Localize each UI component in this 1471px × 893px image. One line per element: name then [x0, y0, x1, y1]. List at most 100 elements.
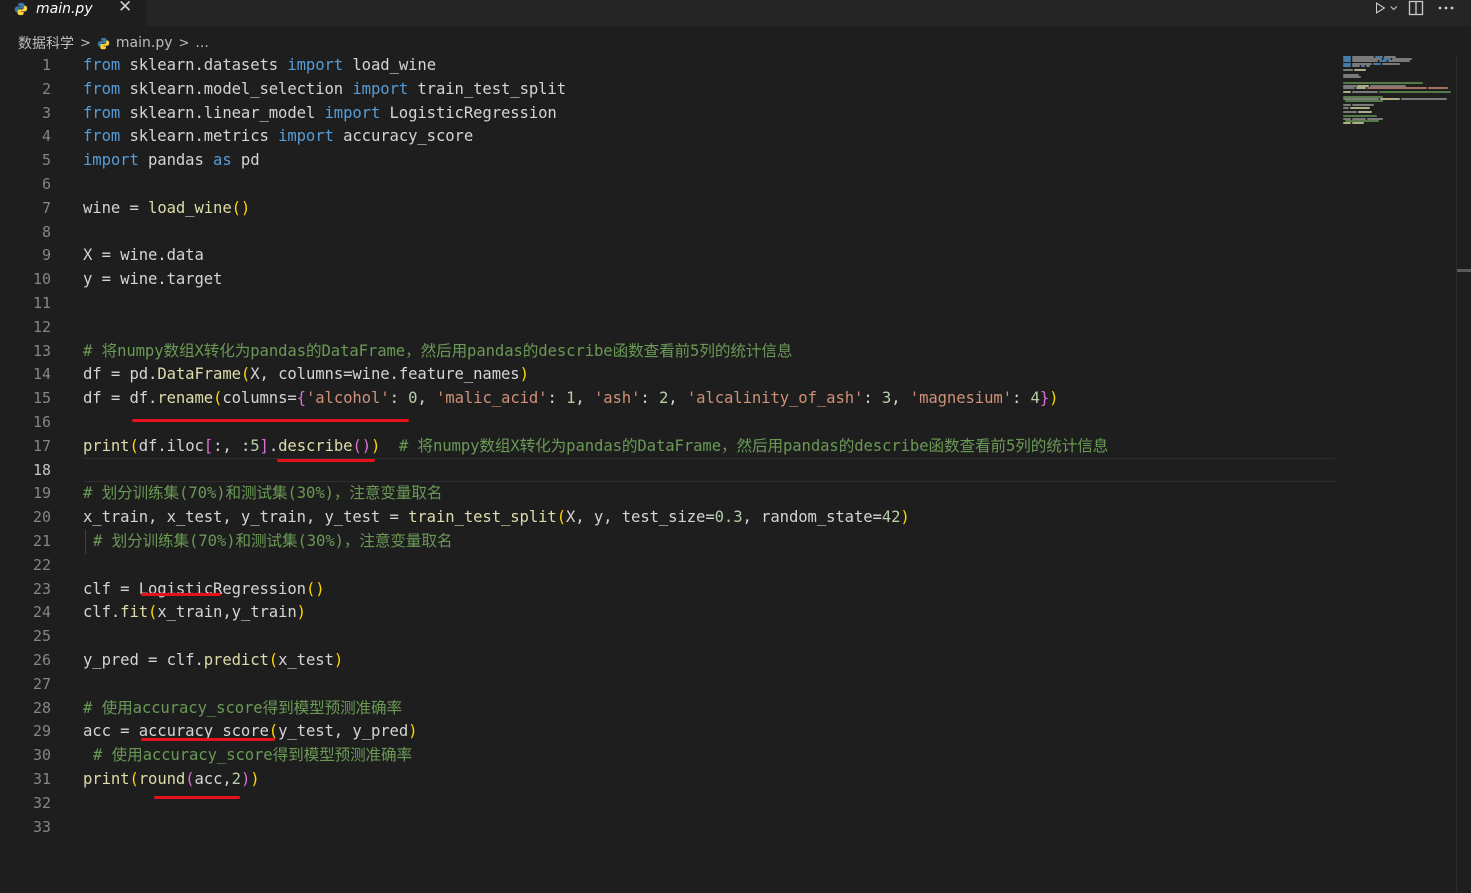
token-number: 1 — [566, 389, 576, 408]
code-line-30: # 使用accuracy_score得到模型预测准确率 — [93, 744, 412, 768]
token-text: sklearn.linear_model — [120, 103, 325, 122]
token-text: , — [417, 389, 437, 408]
token-function: fit — [120, 603, 149, 622]
token-bracket: ) — [240, 770, 251, 788]
token-text: pandas — [138, 151, 214, 170]
line-number: 6 — [41, 175, 51, 193]
line-number: 13 — [32, 341, 51, 360]
token-bracket: ) — [519, 365, 529, 384]
split-editor-button[interactable] — [1405, 0, 1427, 17]
minimap-line — [1352, 64, 1360, 67]
minimap-line — [1380, 97, 1400, 100]
annotation-underline — [141, 593, 221, 596]
scrollbar-thumb[interactable] — [1457, 269, 1471, 272]
minimap-line — [1343, 64, 1351, 67]
line-number: 21 — [32, 532, 51, 550]
token-text: , random_state= — [742, 508, 882, 527]
token-keyword: import — [352, 79, 409, 98]
code-line-1: from sklearn.datasets import load_wine — [83, 54, 436, 78]
token-comment: # 将numpy数组X转化为pandas的DataFrame，然后用pandas… — [380, 436, 1109, 455]
minimap-line — [1358, 111, 1372, 113]
minimap-line — [1343, 69, 1353, 72]
breadcrumb-file[interactable]: main.py — [116, 35, 173, 51]
token-comment: # 使用accuracy_score得到模型预测准确率 — [93, 746, 413, 765]
minimap-line — [1354, 69, 1366, 72]
breadcrumb-symbols[interactable]: ... — [195, 35, 208, 51]
annotation-underline — [141, 738, 275, 741]
more-actions-button[interactable] — [1435, 0, 1457, 17]
token-keyword: import — [83, 151, 139, 170]
token-keyword: as — [213, 151, 232, 170]
breadcrumb: 数据科学 > main.py > ... — [18, 33, 209, 53]
token-text: . — [268, 436, 279, 455]
token-keyword: from — [83, 56, 121, 74]
token-bracket: } — [1039, 389, 1050, 408]
minimap[interactable] — [1341, 54, 1457, 893]
token-bracket: ( — [129, 770, 139, 788]
token-bracket: () — [231, 198, 251, 217]
tab-bar: main.py ✕ — [0, 0, 1471, 26]
line-number: 14 — [32, 365, 51, 384]
vertical-scrollbar[interactable] — [1456, 54, 1471, 893]
token-comment: # 使用accuracy_score得到模型预测准确率 — [83, 698, 403, 717]
token-bracket: ) — [361, 436, 372, 455]
minimap-line — [1367, 86, 1427, 89]
code-line-7: wine = load_wine() — [83, 197, 250, 221]
token-string: 'malic_acid' — [436, 389, 548, 408]
token-function: DataFrame — [157, 365, 241, 384]
line-number: 26 — [32, 651, 51, 669]
chevron-right-icon: > — [80, 35, 91, 51]
token-text: acc = — [83, 722, 139, 741]
minimap-line — [1343, 106, 1349, 109]
code-line-20: x_train, x_test, y_train, y_test = train… — [83, 506, 910, 530]
token-bracket: ) — [296, 603, 306, 622]
token-text: x_train,y_train — [157, 603, 297, 622]
token-text: pd — [231, 151, 260, 170]
minimap-line — [1428, 86, 1448, 89]
code-line-23: clf = LogisticRegression() — [83, 578, 325, 602]
python-file-icon — [97, 37, 110, 49]
line-number: 2 — [41, 79, 51, 98]
code-line-13: # 将numpy数组X转化为pandas的DataFrame，然后用pandas… — [83, 340, 792, 364]
breadcrumb-folder[interactable]: 数据科学 — [18, 33, 74, 53]
run-button[interactable] — [1375, 0, 1397, 17]
token-bracket: ] — [259, 436, 269, 455]
minimap-line — [1361, 64, 1365, 67]
code-editor[interactable]: 1 2 3 4 5 6 7 8 9 10 11 12 13 14 15 16 17 18 19 20 21 22 23 24 2… — [0, 54, 1340, 893]
token-keyword: from — [83, 79, 121, 98]
line-number: 9 — [41, 246, 51, 265]
token-string: 'alcohol' — [305, 389, 390, 408]
close-icon[interactable]: ✕ — [118, 0, 132, 17]
minimap-line — [1401, 97, 1447, 100]
token-string: 'alcalinity_of_ash' — [686, 389, 864, 408]
code-line-5: import pandas as pd — [83, 149, 260, 173]
token-text: sklearn.datasets — [120, 56, 288, 74]
line-number: 29 — [32, 722, 51, 741]
play-icon — [1375, 2, 1386, 14]
tab-main-py[interactable]: main.py ✕ — [0, 0, 146, 26]
token-text: clf. — [83, 603, 121, 622]
token-text: :, : — [213, 436, 251, 455]
minimap-line — [1382, 62, 1400, 65]
token-text: : — [1011, 389, 1031, 408]
token-text: acc, — [194, 770, 232, 788]
minimap-line — [1352, 91, 1378, 94]
token-text: wine = — [83, 198, 149, 217]
token-text: , — [668, 389, 687, 408]
token-text: , — [575, 389, 594, 408]
token-text: : — [640, 389, 659, 408]
token-bracket: ) — [900, 508, 910, 527]
code-line-28: # 使用accuracy_score得到模型预测准确率 — [83, 697, 402, 721]
code-line-9: X = wine.data — [83, 244, 204, 268]
code-line-21: # 划分训练集(70%)和测试集(30%)，注意变量取名 — [93, 530, 452, 554]
line-number: 5 — [41, 151, 51, 170]
line-number: 31 — [32, 770, 51, 788]
code-line-4: from sklearn.metrics import accuracy_sco… — [83, 125, 473, 149]
code-line-17: print(df.iloc[:, :5].describe()) # 将nump… — [83, 435, 1108, 459]
line-number: 25 — [32, 627, 51, 646]
token-function: load_wine — [148, 198, 232, 217]
token-text: train_test_split — [408, 79, 567, 98]
token-text: y = wine.target — [83, 270, 223, 289]
token-bracket: ( — [185, 770, 195, 788]
current-line-highlight — [83, 458, 1335, 482]
